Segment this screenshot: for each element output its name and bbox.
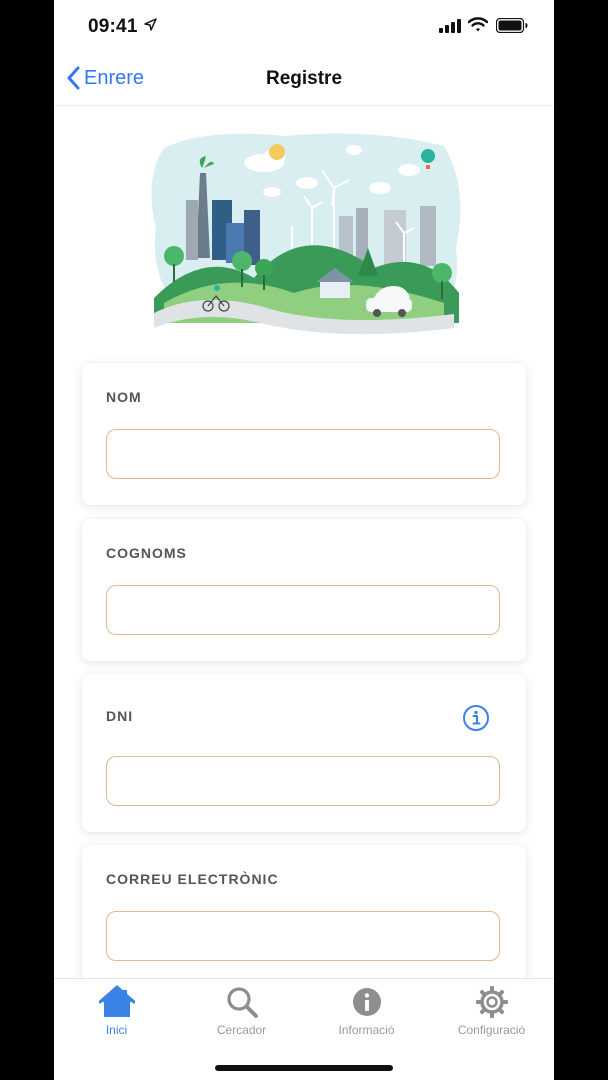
wifi-icon <box>468 17 488 32</box>
surnames-label: COGNOMS <box>106 545 187 561</box>
email-input[interactable] <box>106 911 500 961</box>
tab-informacio-label: Informació <box>338 1023 395 1037</box>
surnames-input[interactable] <box>106 585 500 635</box>
cellular-signal-icon <box>439 19 461 33</box>
eco-city-illustration <box>151 133 461 335</box>
field-card-name: NOM <box>82 363 526 505</box>
status-bar: 09:41 <box>54 0 554 52</box>
field-card-surnames: COGNOMS <box>82 519 526 661</box>
tab-cercador[interactable]: Cercador <box>179 985 304 1045</box>
tab-configuracio[interactable]: Configuració <box>429 985 554 1045</box>
battery-icon <box>496 18 528 33</box>
email-label: CORREU ELECTRÒNIC <box>106 871 279 887</box>
dni-input[interactable] <box>106 756 500 806</box>
phone-screen: 09:41 Enrere Registre NOM COGNOMS DNI CO… <box>54 0 554 1080</box>
field-card-dni: DNI <box>82 674 526 832</box>
registration-form-scroll[interactable]: NOM COGNOMS DNI CORREU ELECTRÒNIC <box>54 106 554 978</box>
navigation-bar: Enrere Registre <box>54 52 554 106</box>
tab-bar: Inici Cercador Informació Configuració <box>54 978 554 1080</box>
location-arrow-icon <box>144 18 157 31</box>
field-card-email: CORREU ELECTRÒNIC <box>82 845 526 978</box>
name-label: NOM <box>106 389 142 405</box>
dni-label: DNI <box>106 708 134 724</box>
tab-informacio[interactable]: Informació <box>304 985 429 1045</box>
name-input[interactable] <box>106 429 500 479</box>
tab-configuracio-label: Configuració <box>457 1023 526 1037</box>
dni-info-icon[interactable] <box>462 704 490 732</box>
house-icon <box>98 985 135 1017</box>
gear-icon <box>475 986 508 1018</box>
page-title: Registre <box>265 68 343 89</box>
tab-inici[interactable]: Inici <box>54 985 179 1045</box>
tab-cercador-label: Cercador <box>216 1023 267 1037</box>
tab-inici-label: Inici <box>105 1023 128 1037</box>
info-icon <box>352 988 381 1016</box>
magnifier-icon <box>226 987 258 1018</box>
home-indicator[interactable] <box>215 1065 393 1071</box>
status-time: 09:41 <box>88 16 138 37</box>
